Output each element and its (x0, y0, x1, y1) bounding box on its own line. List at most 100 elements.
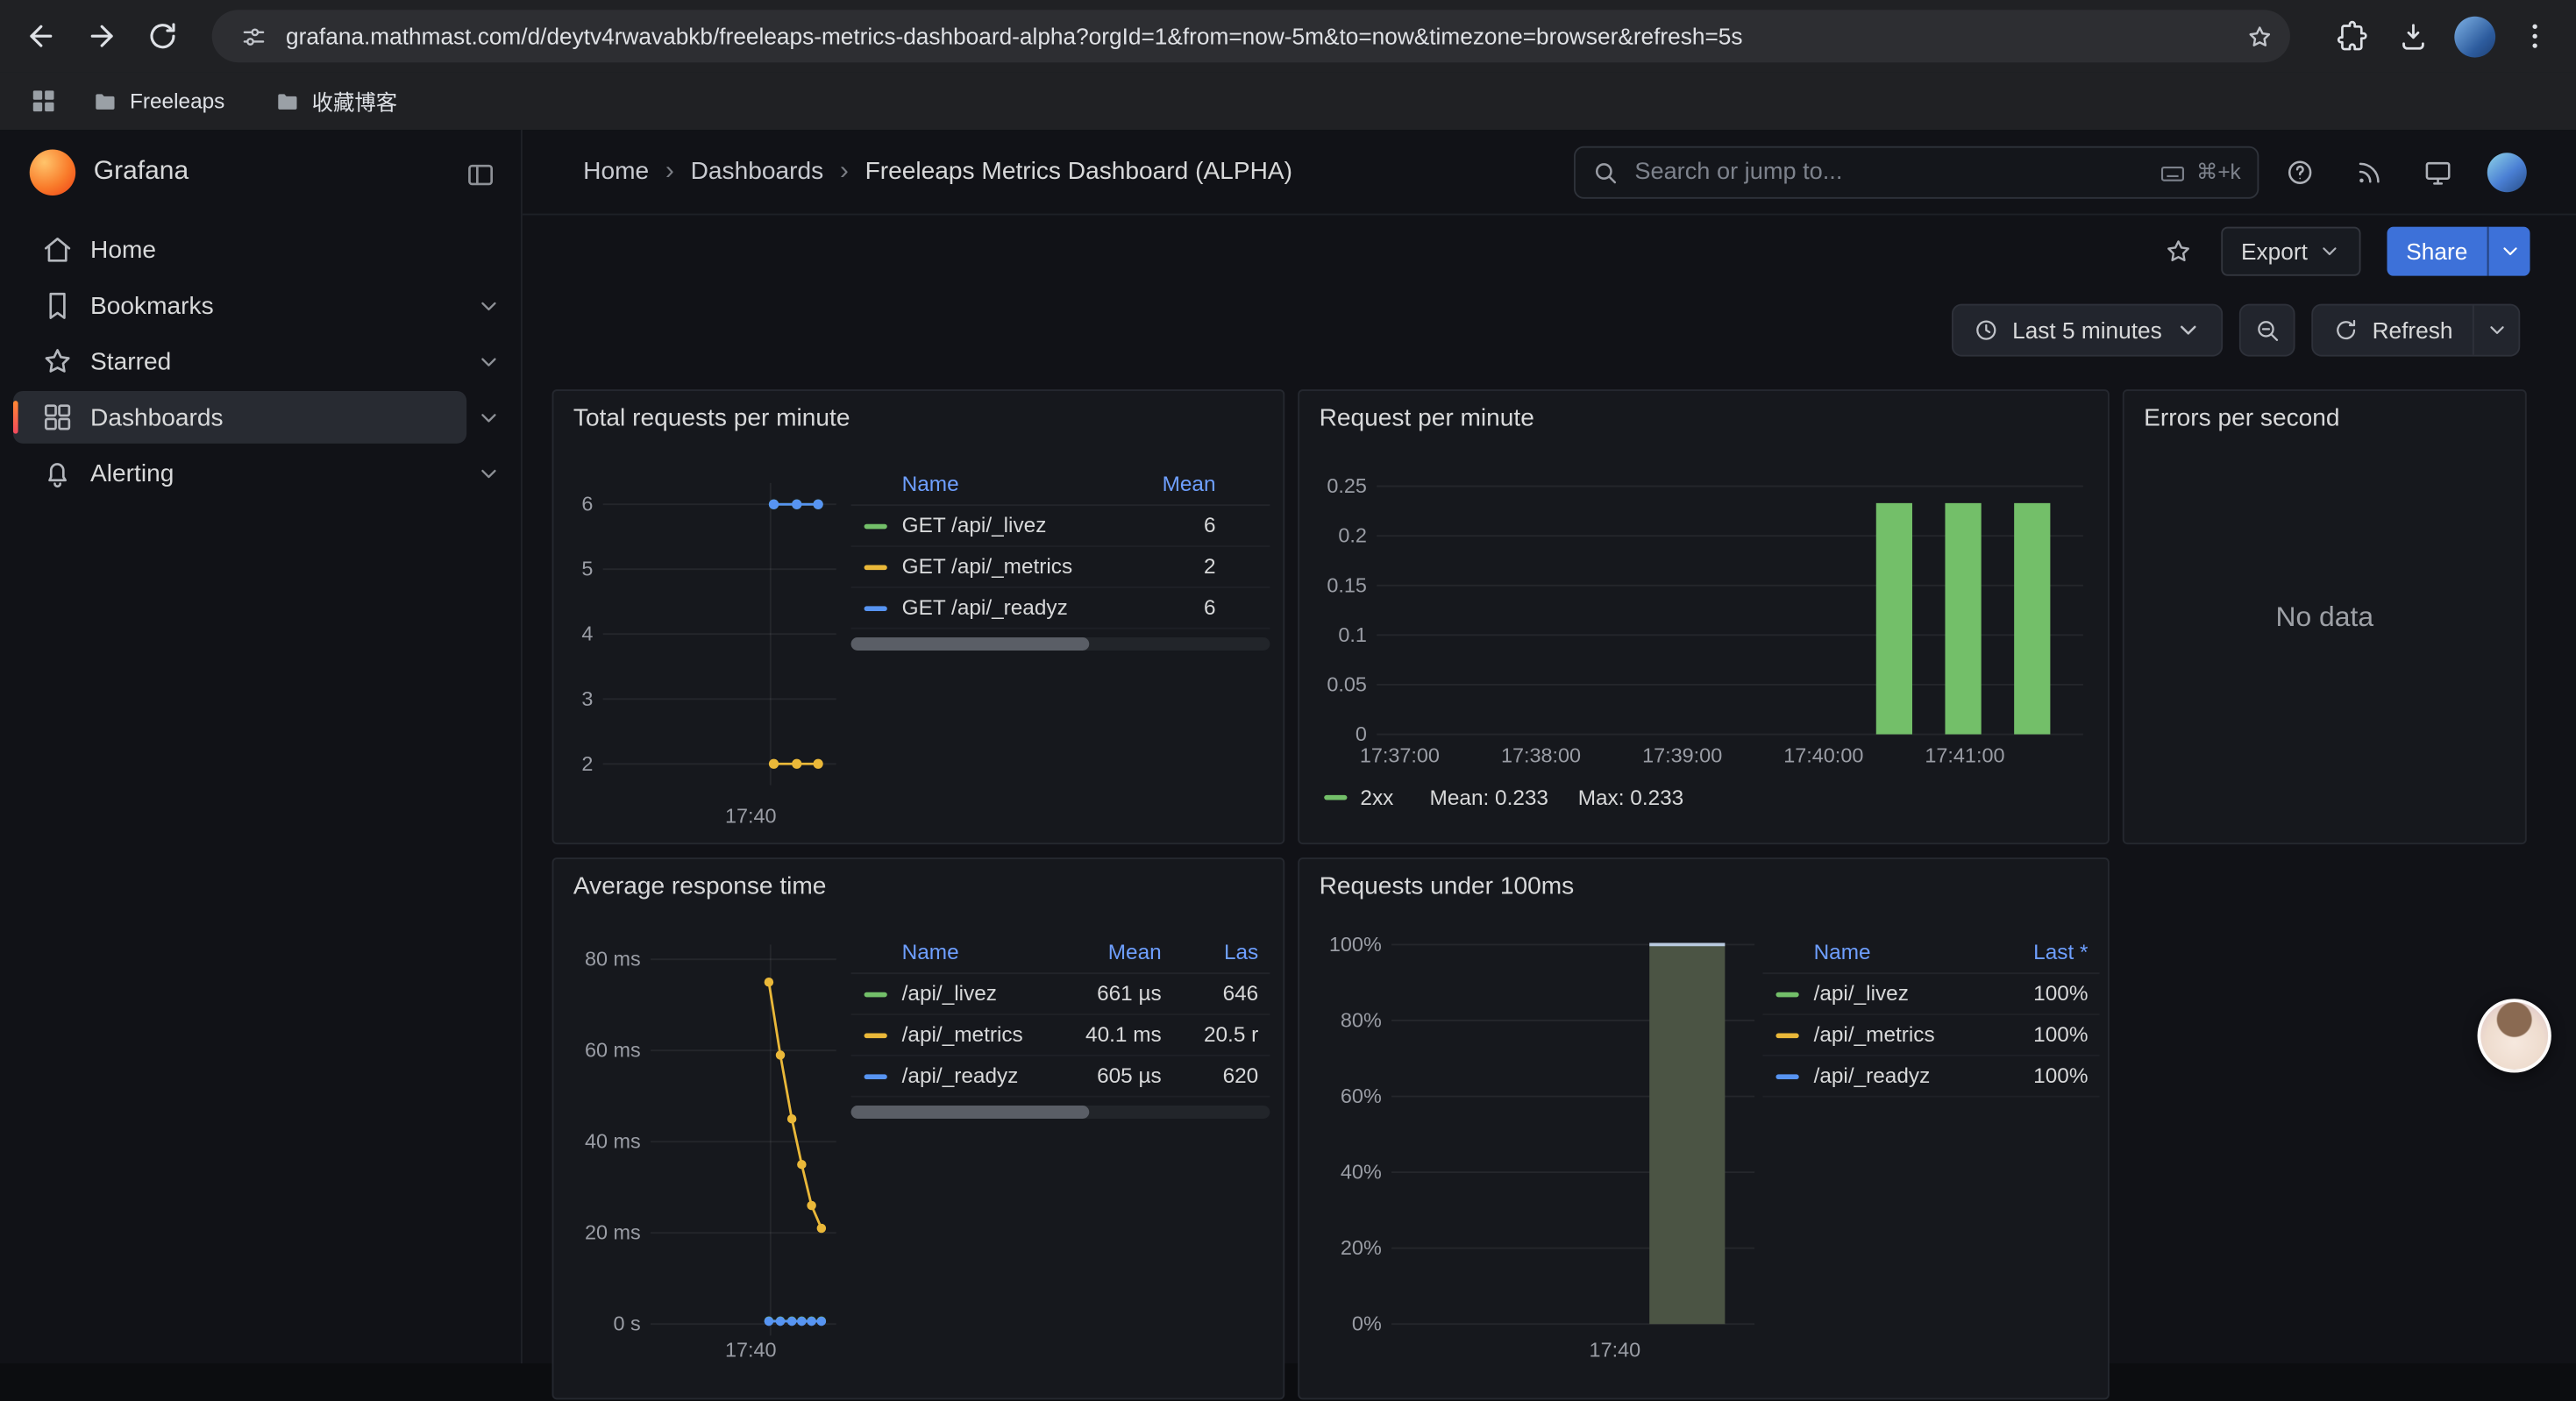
legend-col-name[interactable]: Name (902, 940, 959, 964)
url-bar[interactable]: grafana.mathmast.com/d/deytv4rwavabkb/fr… (212, 10, 2290, 62)
series-name[interactable]: GET /api/_metrics (902, 553, 1072, 578)
export-button[interactable]: Export (2222, 227, 2360, 276)
legend-row[interactable]: GET /api/_livez6 (851, 506, 1270, 547)
legend-col-name[interactable]: Name (1814, 940, 1871, 964)
time-range-picker[interactable]: Last 5 minutes (1952, 304, 2223, 357)
series-name[interactable]: /api/_livez (902, 981, 997, 1006)
legend-col-last[interactable]: Last * (2033, 940, 2088, 964)
extensions-icon[interactable] (2328, 11, 2377, 60)
series-mean: 661 µs (1097, 981, 1162, 1006)
series-name[interactable]: /api/_readyz (902, 1063, 1019, 1087)
legend-row[interactable]: /api/_livez661 µs646 (851, 974, 1270, 1015)
browser-menu-kebab-icon[interactable] (2510, 11, 2559, 60)
axis-tick-label: 100% (1329, 933, 1382, 956)
sidebar-link-bookmarks[interactable]: Bookmarks (13, 280, 466, 332)
sidebar-link-starred[interactable]: Starred (13, 335, 466, 388)
sidebar-dock-icon[interactable] (459, 153, 502, 196)
clock-icon (1973, 317, 1999, 344)
series-2xx[interactable] (1876, 503, 2051, 735)
apps-grid-icon[interactable] (19, 78, 65, 124)
zoom-out-icon[interactable] (2239, 304, 2295, 357)
chevron-down-icon[interactable] (466, 452, 509, 494)
legend-scrollbar[interactable] (851, 1106, 1270, 1119)
sidebar-item-bookmarks: Bookmarks (13, 278, 509, 334)
bar[interactable] (2014, 503, 2050, 735)
series-mean: 2 (1204, 553, 1216, 578)
main-content: Home › Dashboards › Freeleaps Metrics Da… (523, 130, 2576, 1363)
series-GET /api/_readyz[interactable] (769, 500, 823, 509)
legend-row[interactable]: /api/_metrics 100% (1762, 1015, 2099, 1056)
series-/api/_metrics[interactable] (765, 978, 826, 1233)
bar[interactable] (1876, 503, 1912, 735)
legend-scrollbar[interactable] (851, 637, 1270, 651)
browser-profile-avatar[interactable] (2450, 11, 2499, 60)
floating-assistant-avatar[interactable] (2478, 999, 2551, 1072)
legend-row[interactable]: GET /api/_readyz6 (851, 588, 1270, 629)
legend-col-mean[interactable]: Mean (1108, 940, 1162, 964)
series-GET /api/_metrics[interactable] (769, 759, 823, 769)
home-icon (41, 233, 74, 266)
legend-header: Name Mean Las (851, 935, 1270, 974)
sidebar-item-label: Bookmarks (90, 292, 214, 320)
share-button[interactable]: Share (2387, 227, 2487, 276)
news-rss-icon[interactable] (2343, 146, 2395, 199)
legend-row[interactable]: /api/_metrics40.1 ms20.5 r (851, 1015, 1270, 1056)
legend-row[interactable]: /api/_readyz605 µs620 (851, 1056, 1270, 1098)
refresh-interval-chevron-icon[interactable] (2473, 306, 2518, 355)
refresh-button[interactable]: Refresh (2313, 306, 2473, 355)
bar-chart[interactable]: 0.250.20.150.10.05017:37:0017:38:0017:39… (1299, 391, 2111, 846)
bar[interactable] (1945, 503, 1981, 735)
axis-tick-label: 0% (1352, 1312, 1382, 1335)
search-input[interactable] (1632, 158, 2153, 188)
axis-tick-label: 17:37:00 (1360, 743, 1440, 766)
series-name[interactable]: /api/_metrics (902, 1021, 1023, 1046)
user-avatar[interactable] (2480, 146, 2533, 199)
chevron-down-icon[interactable] (466, 284, 509, 327)
sidebar-link-home[interactable]: Home (13, 224, 509, 276)
series-name[interactable]: GET /api/_livez (902, 513, 1047, 537)
legend-col-las[interactable]: Las (1224, 940, 1258, 964)
share-menu-chevron-icon[interactable] (2487, 227, 2530, 276)
legend-row[interactable]: /api/_readyz100% (1762, 1056, 2099, 1098)
series-last: 100% (2033, 1021, 2088, 1046)
help-icon[interactable] (2274, 146, 2326, 199)
scrollbar-thumb[interactable] (851, 637, 1090, 651)
series-last: 100% (2033, 981, 2088, 1006)
series-name[interactable]: /api/_readyz (1814, 1063, 1931, 1087)
sidebar-link-alerting[interactable]: Alerting (13, 447, 466, 500)
refresh-button-group: Refresh (2311, 304, 2520, 357)
display-monitor-icon[interactable] (2412, 146, 2465, 199)
legend-col-mean[interactable]: Mean (1163, 472, 1216, 496)
downloads-icon[interactable] (2388, 11, 2437, 60)
series-name[interactable]: 2xx (1360, 786, 1393, 810)
series-color-dash (865, 565, 887, 571)
back-icon[interactable] (17, 11, 66, 60)
series-name[interactable]: GET /api/_readyz (902, 594, 1068, 619)
breadcrumb-dashboards[interactable]: Dashboards (691, 158, 824, 186)
series-color-dash (865, 1034, 887, 1039)
legend-row[interactable]: /api/_livez 100% (1762, 974, 2099, 1015)
url-text[interactable]: grafana.mathmast.com/d/deytv4rwavabkb/fr… (286, 23, 2238, 49)
favorite-star-icon[interactable] (2153, 225, 2205, 278)
legend-col-name[interactable]: Name (902, 472, 959, 496)
forward-icon[interactable] (77, 11, 126, 60)
breadcrumb-home[interactable]: Home (583, 158, 649, 186)
series-name[interactable]: /api/_livez (1814, 981, 1909, 1006)
site-settings-icon[interactable] (231, 15, 274, 58)
bookmark-folder-freeleaps[interactable]: Freeleaps (79, 82, 238, 121)
chevron-down-icon[interactable] (466, 340, 509, 383)
legend-row[interactable]: GET /api/_metrics 2 (851, 547, 1270, 588)
reload-icon[interactable] (138, 11, 187, 60)
scrollbar-thumb[interactable] (851, 1106, 1090, 1119)
no-data-message: No data (2124, 391, 2525, 843)
sidebar-link-dashboards[interactable]: Dashboards (13, 391, 466, 444)
bar[interactable] (1649, 944, 1725, 1324)
legend-row[interactable]: 2xxMean: 0.233Max: 0.233 (1324, 786, 1713, 810)
chevron-down-icon[interactable] (466, 396, 509, 439)
bookmark-folder-blog[interactable]: 收藏博客 (261, 79, 411, 124)
search-box[interactable]: ⌘+k (1574, 146, 2259, 199)
bookmark-star-icon[interactable] (2238, 15, 2281, 58)
axis-tick-label: 0.25 (1327, 474, 1367, 497)
series-name[interactable]: /api/_metrics (1814, 1021, 1935, 1046)
series-color-dash (1775, 1034, 1798, 1039)
